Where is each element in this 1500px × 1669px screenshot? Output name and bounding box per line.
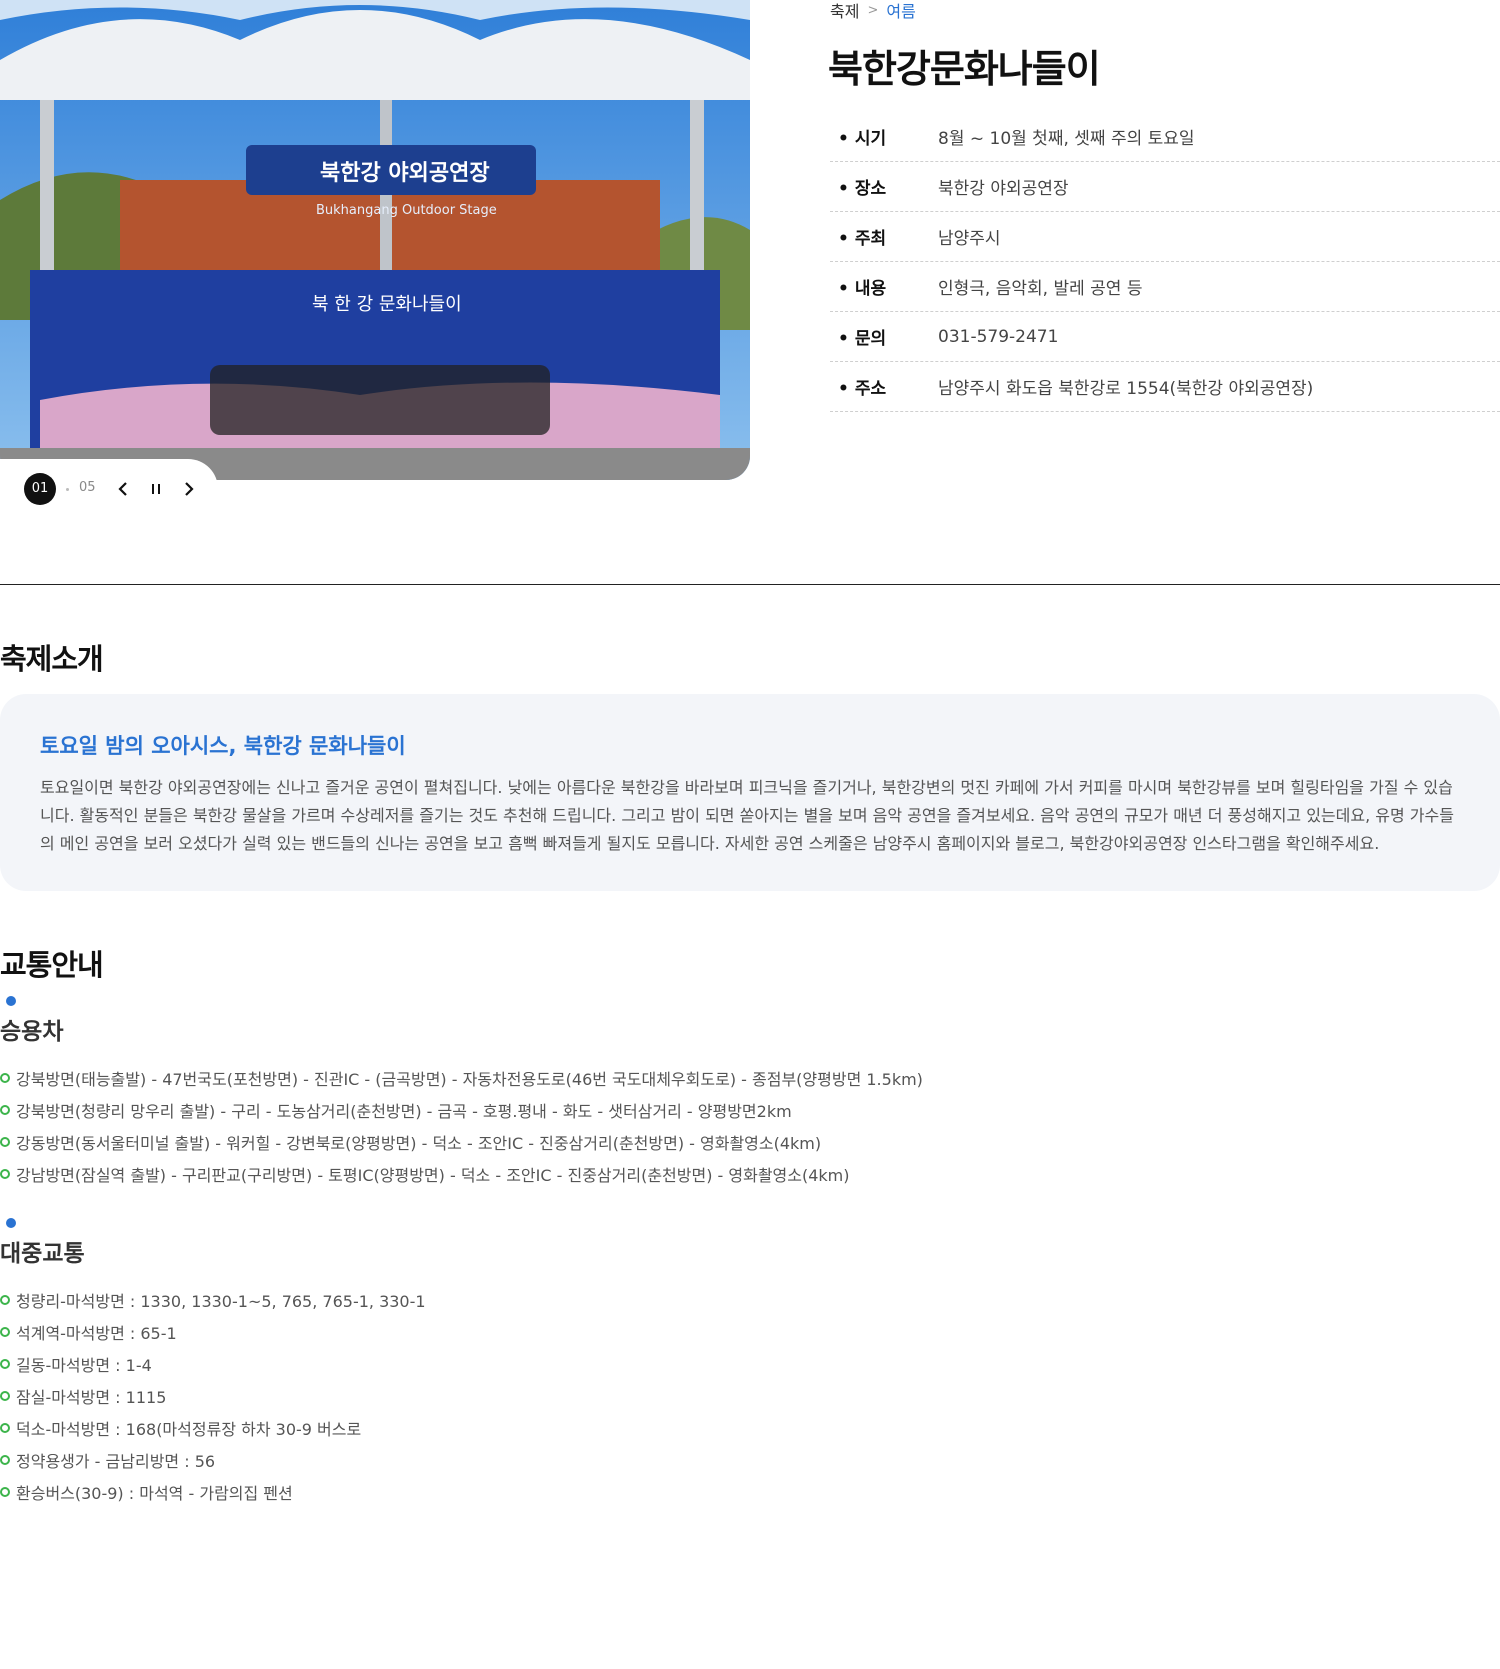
circle-bullet-icon (0, 1391, 10, 1401)
list-item: 길동-마석방면 : 1-4 (0, 1348, 1500, 1380)
list-item: 정약용생가 - 금남리방면 : 56 (0, 1444, 1500, 1476)
list-item: 강남방면(잠실역 출발) - 구리판교(구리방면) - 토평IC(양평방면) -… (0, 1158, 1500, 1190)
route-text: 정약용생가 - 금남리방면 : 56 (16, 1452, 216, 1471)
pause-icon (152, 484, 160, 494)
breadcrumb: 축제 > 여름 (830, 0, 916, 22)
transport-section-title: 교통안내 (0, 948, 104, 982)
circle-bullet-icon (0, 1295, 10, 1305)
circle-bullet-icon (0, 1359, 10, 1369)
route-text: 강북방면(청량리 망우리 출발) - 구리 - 도농삼거리(춘천방면) - 금곡… (16, 1102, 792, 1121)
info-label: 내용 (830, 274, 938, 299)
info-row-contact: 문의 031-579-2471 (830, 312, 1500, 362)
festival-photo: 북한강 야외공연장 Bukhangang Outdoor Stage 북 한 강… (0, 0, 750, 480)
info-value: 남양주시 (938, 229, 1001, 249)
breadcrumb-current[interactable]: 여름 (886, 0, 915, 22)
info-row-address: 주소 남양주시 화도읍 북한강로 1554(북한강 야외공연장) (830, 362, 1500, 412)
info-label: 주최 (830, 224, 938, 249)
info-label: 장소 (830, 174, 938, 199)
photo-sign-text: 북한강 야외공연장 (320, 161, 490, 186)
list-item: 강북방면(태능출발) - 47번국도(포천방면) - 진관IC - (금곡방면)… (0, 1062, 1500, 1094)
info-label: 주소 (830, 374, 938, 399)
info-row-period: 시기 8월 ~ 10월 첫째, 셋째 주의 토요일 (830, 112, 1500, 162)
intro-section-title: 축제소개 (0, 642, 104, 676)
route-text: 석계역-마석방면 : 65-1 (16, 1324, 177, 1343)
photo-sign-sub: Bukhangang Outdoor Stage (316, 203, 497, 218)
intro-body: 토요일이면 북한강 야외공연장에는 신나고 즐거운 공연이 펼쳐집니다. 낮에는… (40, 778, 1454, 853)
info-value: 남양주시 화도읍 북한강로 1554(북한강 야외공연장) (938, 379, 1314, 399)
intro-box: 토요일 밤의 오아시스, 북한강 문화나들이 토요일이면 북한강 야외공연장에는… (0, 694, 1500, 891)
circle-bullet-icon (0, 1487, 10, 1497)
circle-bullet-icon (0, 1327, 10, 1337)
car-title: 승용차 (0, 1019, 64, 1045)
next-slide-button[interactable] (176, 476, 202, 502)
list-item: 덕소-마석방면 : 168(마석정류장 하차 30-9 버스로 (0, 1412, 1500, 1444)
list-item: 청량리-마석방면 : 1330, 1330-1~5, 765, 765-1, 3… (0, 1284, 1500, 1316)
list-item: 강동방면(동서울터미널 출발) - 워커힐 - 강변북로(양평방면) - 덕소 … (0, 1126, 1500, 1158)
chevron-right-icon: > (867, 2, 879, 18)
pager-total: 05 (79, 480, 96, 495)
chevron-right-icon (185, 482, 194, 496)
chevron-left-icon (118, 482, 127, 496)
info-label: 시기 (830, 124, 938, 149)
section-divider (0, 584, 1500, 585)
page-title: 북한강문화나들이 (828, 47, 1101, 91)
public-transit-block: 대중교통 청량리-마석방면 : 1330, 1330-1~5, 765, 765… (0, 1218, 1500, 1508)
route-text: 잠실-마석방면 : 1115 (16, 1388, 167, 1407)
info-value: 031-579-2471 (938, 326, 1059, 347)
info-value: 인형극, 음악회, 발레 공연 등 (938, 279, 1143, 299)
info-row-place: 장소 북한강 야외공연장 (830, 162, 1500, 212)
route-text: 환승버스(30-9) : 마석역 - 가람의집 펜션 (16, 1484, 293, 1503)
pause-slide-button[interactable] (143, 476, 169, 502)
info-value: 북한강 야외공연장 (938, 179, 1069, 199)
info-row-host: 주최 남양주시 (830, 212, 1500, 262)
circle-bullet-icon (0, 1073, 10, 1083)
circle-bullet-icon (0, 1455, 10, 1465)
route-text: 길동-마석방면 : 1-4 (16, 1356, 152, 1375)
festival-info-list: 시기 8월 ~ 10월 첫째, 셋째 주의 토요일 장소 북한강 야외공연장 주… (830, 112, 1500, 412)
circle-bullet-icon (0, 1169, 10, 1179)
pager-current: 01 (24, 473, 56, 505)
pager-separator (66, 488, 69, 491)
info-value: 8월 ~ 10월 첫째, 셋째 주의 토요일 (938, 129, 1195, 149)
list-item: 잠실-마석방면 : 1115 (0, 1380, 1500, 1412)
gallery-pager: 01 05 (0, 459, 218, 519)
route-text: 청량리-마석방면 : 1330, 1330-1~5, 765, 765-1, 3… (16, 1292, 426, 1311)
list-item: 석계역-마석방면 : 65-1 (0, 1316, 1500, 1348)
circle-bullet-icon (0, 1105, 10, 1115)
circle-bullet-icon (0, 1423, 10, 1433)
section-dot-icon (6, 1218, 16, 1228)
route-text: 강동방면(동서울터미널 출발) - 워커힐 - 강변북로(양평방면) - 덕소 … (16, 1134, 822, 1153)
section-dot-icon (6, 996, 16, 1006)
circle-bullet-icon (0, 1137, 10, 1147)
car-block: 승용차 강북방면(태능출발) - 47번국도(포천방면) - 진관IC - (금… (0, 996, 1500, 1190)
prev-slide-button[interactable] (110, 476, 136, 502)
public-route-list: 청량리-마석방면 : 1330, 1330-1~5, 765, 765-1, 3… (0, 1284, 1500, 1508)
list-item: 환승버스(30-9) : 마석역 - 가람의집 펜션 (0, 1476, 1500, 1508)
public-transit-title: 대중교통 (0, 1241, 85, 1267)
list-item: 강북방면(청량리 망우리 출발) - 구리 - 도농삼거리(춘천방면) - 금곡… (0, 1094, 1500, 1126)
car-route-list: 강북방면(태능출발) - 47번국도(포천방면) - 진관IC - (금곡방면)… (0, 1062, 1500, 1190)
info-label: 문의 (830, 324, 938, 349)
info-row-content: 내용 인형극, 음악회, 발레 공연 등 (830, 262, 1500, 312)
route-text: 덕소-마석방면 : 168(마석정류장 하차 30-9 버스로 (16, 1420, 362, 1439)
breadcrumb-home[interactable]: 축제 (830, 0, 859, 22)
intro-headline: 토요일 밤의 오아시스, 북한강 문화나들이 (40, 734, 406, 758)
route-text: 강북방면(태능출발) - 47번국도(포천방면) - 진관IC - (금곡방면)… (16, 1070, 923, 1089)
route-text: 강남방면(잠실역 출발) - 구리판교(구리방면) - 토평IC(양평방면) -… (16, 1166, 850, 1185)
photo-banner-text: 북 한 강 문화나들이 (312, 294, 462, 315)
